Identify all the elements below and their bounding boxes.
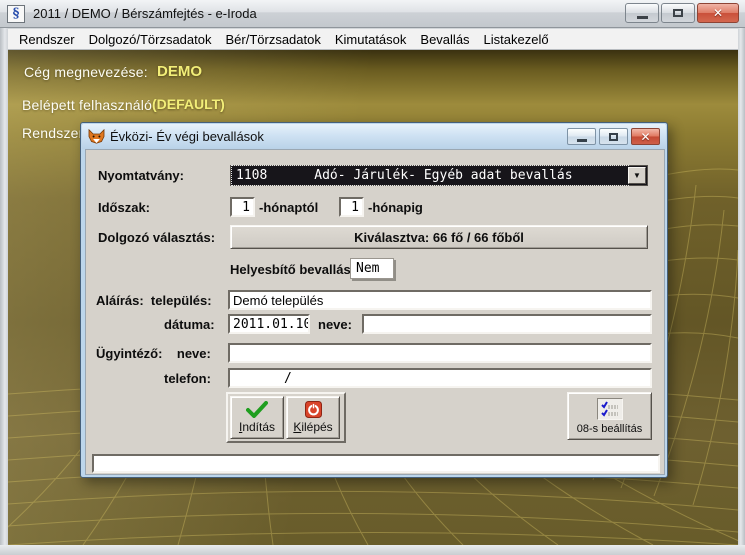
start-button[interactable]: Indítás (230, 396, 284, 439)
clerk-phone-input[interactable] (228, 368, 652, 388)
green-checkmark-icon (246, 401, 268, 418)
minimize-icon (637, 16, 648, 19)
red-power-stop-icon (305, 401, 322, 418)
dialog-minimize-button[interactable] (567, 128, 596, 145)
period-from-suffix: -hónaptól (259, 200, 318, 215)
period-from-input[interactable] (230, 197, 255, 217)
start-button-label: Indítás (239, 420, 275, 434)
minimize-button[interactable] (625, 3, 659, 23)
system-label-partial: Rendszer (22, 125, 84, 141)
dialog-body: Nyomtatvány: 1108 Adó- Járulék- Egyéb ad… (85, 149, 665, 475)
period-to-input[interactable] (339, 197, 364, 217)
dialog-close-button[interactable]: ✕ (631, 128, 660, 145)
chevron-down-icon[interactable]: ▼ (628, 167, 646, 184)
menu-item-listakezelo[interactable]: Listakezelő (477, 30, 556, 49)
worker-selection-label: Dolgozó választás: (98, 230, 215, 245)
clerk-name-label: Ügyintéző: neve: (96, 346, 211, 361)
form-type-value: 1108 Adó- Járulék- Egyéb adat bevallás (233, 167, 627, 184)
company-name-label: Cég megnevezése: (24, 64, 148, 80)
menubar: Rendszer Dolgozó/Törzsadatok Bér/Törzsad… (0, 29, 745, 50)
exit-button[interactable]: Kilépés (286, 396, 340, 439)
dialog-maximize-button[interactable] (599, 128, 628, 145)
signature-city-input[interactable] (228, 290, 652, 310)
action-button-group: Indítás Kilépés (226, 392, 346, 443)
menu-item-kimutatasok[interactable]: Kimutatások (328, 30, 414, 49)
dialog-titlebar: Évközi- Év végi bevallások ✕ (82, 124, 666, 149)
menu-item-dolgozo-torzsadatok[interactable]: Dolgozó/Törzsadatok (82, 30, 219, 49)
menu-item-rendszer[interactable]: Rendszer (12, 30, 82, 49)
signature-name-input[interactable] (362, 314, 652, 334)
status-bar (92, 454, 660, 473)
period-to-suffix: -hónapig (368, 200, 423, 215)
window-frame-right (738, 28, 745, 555)
minimize-icon (577, 139, 587, 142)
logged-user-value: (DEFAULT) (152, 96, 225, 112)
signature-date-label: dátuma: (164, 317, 215, 332)
dialog-title: Évközi- Év végi bevallások (110, 129, 264, 144)
maximize-button[interactable] (661, 3, 695, 23)
app-window: § 2011 / DEMO / Bérszámfejtés - e-Iroda … (0, 0, 745, 555)
signature-city-label: Aláírás: település: (96, 293, 212, 308)
company-name-value: DEMO (157, 63, 202, 80)
fox-icon (88, 129, 105, 144)
app-icon: § (7, 5, 25, 23)
window-title: 2011 / DEMO / Bérszámfejtés - e-Iroda (33, 6, 257, 21)
settings-08-button[interactable]: 08-s beállítás (567, 392, 652, 440)
exit-button-label: Kilépés (293, 420, 332, 434)
correction-label: Helyesbítő bevallás-e: (230, 262, 367, 277)
clerk-name-input[interactable] (228, 343, 652, 363)
menu-item-ber-torzsadatok[interactable]: Bér/Törzsadatok (218, 30, 327, 49)
close-icon: ✕ (640, 130, 650, 144)
clerk-phone-label: telefon: (164, 371, 211, 386)
window-frame-left (0, 28, 8, 555)
period-label: Időszak: (98, 200, 150, 215)
blue-checklist-icon (597, 398, 623, 420)
window-titlebar: § 2011 / DEMO / Bérszámfejtés - e-Iroda … (0, 0, 745, 28)
close-button[interactable]: ✕ (697, 3, 739, 23)
dialog-evkozi-ev-vegi-bevallasok: Évközi- Év végi bevallások ✕ Nyomtatvány… (80, 122, 668, 478)
maximize-icon (673, 9, 683, 17)
signature-name-label: neve: (318, 317, 352, 332)
logged-user-label: Belépett felhasználó: (22, 97, 156, 113)
form-type-label: Nyomtatvány: (98, 168, 184, 183)
maximize-icon (609, 133, 618, 141)
worker-selection-button[interactable]: Kiválasztva: 66 fő / 66 főből (230, 225, 648, 249)
signature-date-input[interactable] (228, 314, 310, 334)
window-frame-bottom (0, 545, 745, 555)
menu-item-bevallas[interactable]: Bevallás (413, 30, 476, 49)
correction-value-field[interactable]: Nem (350, 258, 394, 279)
close-icon: ✕ (713, 6, 723, 20)
settings-08-button-label: 08-s beállítás (577, 423, 642, 435)
form-type-dropdown[interactable]: 1108 Adó- Járulék- Egyéb adat bevallás ▼ (230, 165, 648, 186)
